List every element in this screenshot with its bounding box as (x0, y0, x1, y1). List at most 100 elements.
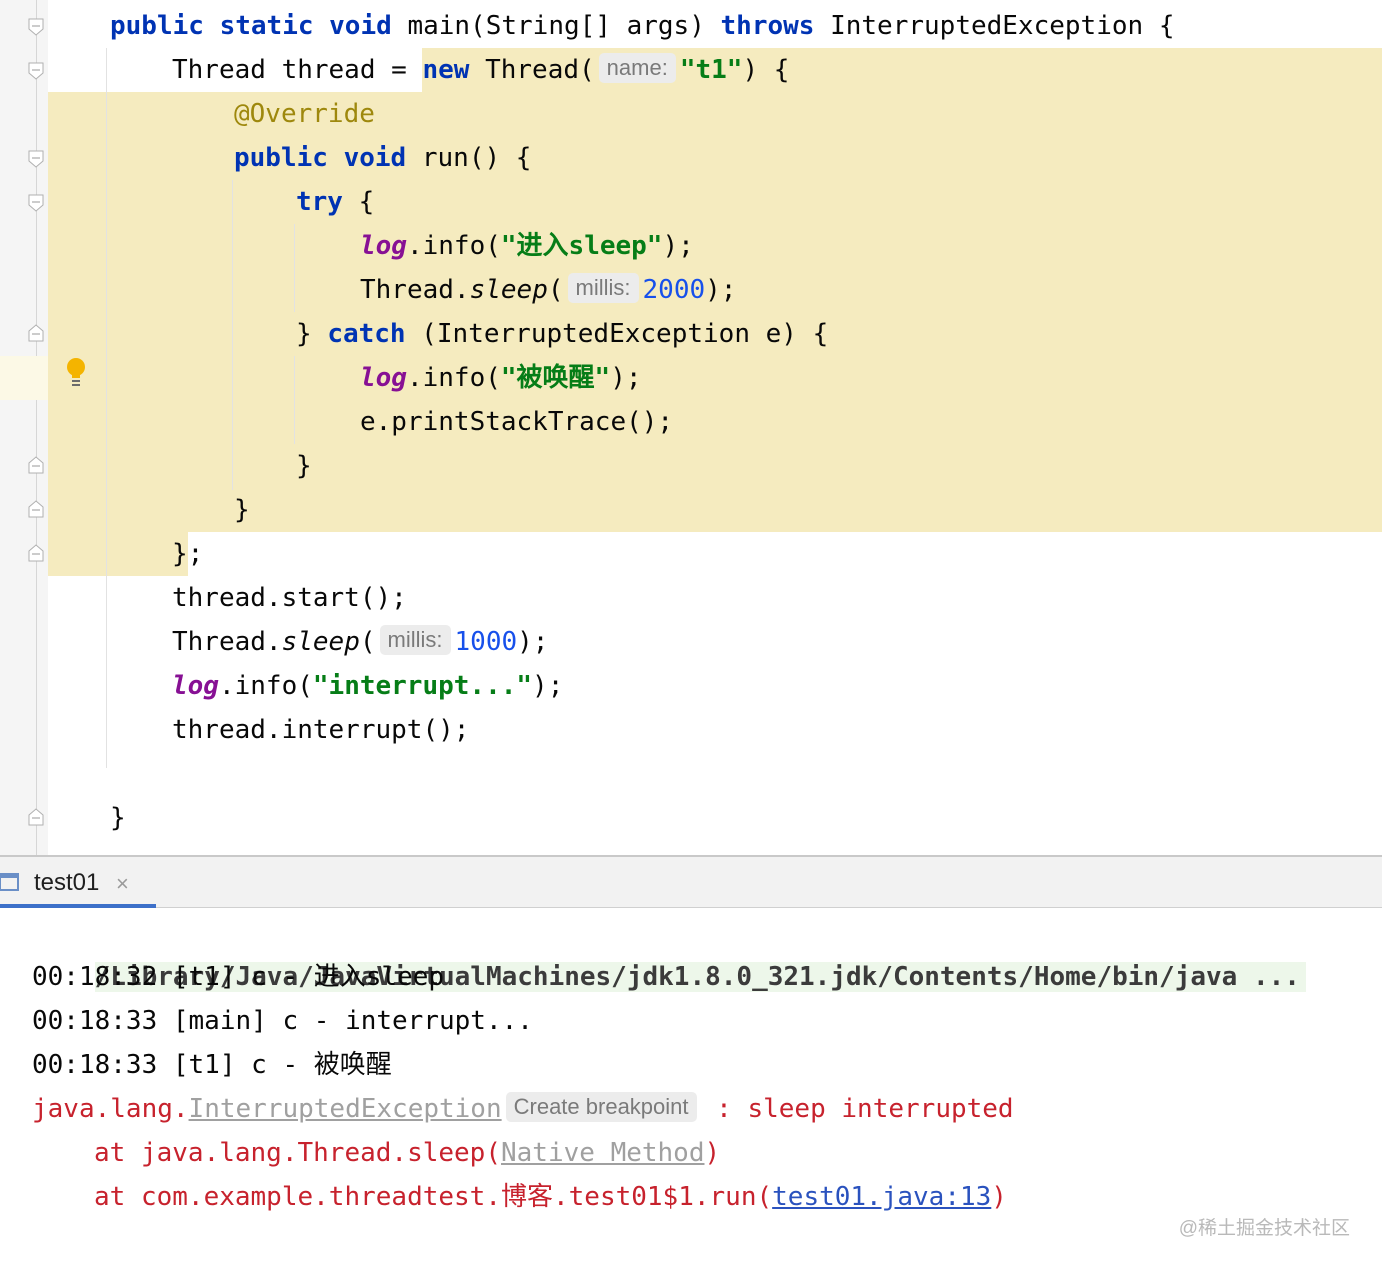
code-line[interactable]: thread.interrupt(); (172, 708, 469, 752)
code-text: thread.start(); (172, 583, 407, 613)
code-line[interactable]: public void run() { (234, 136, 531, 180)
code-text: main(String[] args) (407, 11, 705, 41)
fold-end-icon[interactable] (28, 500, 44, 518)
fold-icon[interactable] (28, 150, 44, 168)
code-text: } (296, 319, 312, 349)
code-text: Thread thread = (172, 55, 423, 85)
code-text: e.printStackTrace(); (360, 407, 674, 437)
fold-end-icon[interactable] (28, 324, 44, 342)
number-literal: 1000 (454, 627, 518, 657)
code-line[interactable]: try { (296, 180, 374, 224)
fold-icon[interactable] (28, 194, 44, 212)
console-line[interactable]: /Library/Java/JavaVirtualMachines/jdk1.8… (32, 911, 1306, 992)
tab-label: test01 (34, 869, 100, 896)
code-line[interactable]: } (234, 488, 250, 532)
code-text: (InterruptedException e) { (421, 319, 829, 349)
stacktrace-text: at com.example.threadtest.博客.test01$1.ru… (94, 1182, 773, 1212)
keyword: void (329, 11, 392, 41)
indent-guide (232, 180, 233, 490)
code-editor[interactable]: public static void main(String[] args) t… (0, 0, 1382, 855)
editor-gutter (0, 0, 48, 855)
keyword: new (422, 55, 470, 85)
fold-icon[interactable] (28, 62, 44, 80)
console-icon (0, 873, 19, 891)
code-text: }; (172, 539, 204, 569)
create-breakpoint-hint[interactable]: Create breakpoint (505, 1092, 697, 1122)
fold-end-icon[interactable] (28, 808, 44, 826)
code-text: ); (662, 231, 694, 261)
indent-guide (106, 48, 107, 768)
run-tool-window: test01 × /Library/Java/JavaVirtualMachin… (0, 855, 1382, 1270)
code-line[interactable]: } (110, 796, 126, 840)
selection-highlight (48, 532, 188, 576)
code-line[interactable]: log.info("被唤醒"); (360, 356, 642, 400)
stacktrace-text: at java.lang.Thread.sleep( (94, 1138, 501, 1168)
static-field: log (360, 363, 407, 393)
exception-class-link[interactable]: InterruptedException (189, 1094, 502, 1124)
string-literal: "被唤醒" (500, 363, 611, 393)
code-line[interactable]: } (296, 444, 312, 488)
stacktrace-line[interactable]: at com.example.threadtest.博客.test01$1.ru… (94, 1175, 1007, 1219)
source-file-link[interactable]: test01.java:13 (772, 1182, 991, 1212)
code-line[interactable]: @Override (234, 92, 375, 136)
tab-active-indicator (0, 904, 156, 908)
method-name: sleep (281, 627, 360, 657)
fold-icon[interactable] (28, 18, 44, 36)
code-line[interactable]: log.info("进入sleep"); (360, 224, 694, 268)
code-text: } (110, 803, 126, 833)
code-text: ); (610, 363, 642, 393)
code-line[interactable]: log.info("interrupt..."); (172, 664, 563, 708)
keyword: void (343, 143, 407, 173)
static-field: log (360, 231, 407, 261)
code-text: InterruptedException { (830, 11, 1175, 41)
caret-line-gutter (0, 356, 48, 400)
code-line[interactable]: Thread.sleep(millis: 2000); (360, 268, 736, 312)
code-line[interactable]: Thread.sleep(millis: 1000); (172, 620, 548, 664)
code-line[interactable]: }; (172, 532, 203, 576)
gutter-separator (36, 0, 37, 855)
annotation: @Override (234, 99, 375, 129)
number-literal: 2000 (642, 275, 706, 305)
code-text: Thread( (485, 55, 595, 85)
lightbulb-icon[interactable] (64, 356, 88, 388)
code-text: ( (359, 627, 376, 657)
static-field: log (172, 671, 219, 701)
code-text: run() { (421, 143, 532, 173)
native-method-link[interactable]: Native Method (501, 1138, 705, 1168)
code-text: .info( (406, 231, 501, 261)
code-line[interactable]: thread.start(); (172, 576, 407, 620)
run-tab-bar: test01 × (0, 857, 1382, 908)
stacktrace-text: ) (704, 1138, 721, 1168)
code-text: ( (547, 275, 564, 305)
code-text: ); (705, 275, 737, 305)
tab-test01[interactable]: test01 × (0, 857, 156, 908)
console-line[interactable]: 00:18:33 [t1] c - 被唤醒 (32, 1043, 392, 1087)
close-icon[interactable]: × (116, 871, 129, 897)
code-text: Thread. (172, 627, 282, 657)
indent-guide (294, 356, 295, 444)
code-text: .info( (406, 363, 501, 393)
string-literal: "进入sleep" (500, 231, 663, 261)
exception-line[interactable]: java.lang.InterruptedException Create bre… (32, 1087, 1014, 1131)
code-text: ); (532, 671, 564, 701)
code-text: } (234, 495, 250, 525)
console-line[interactable]: 00:18:32 [t1] c - 进入sleep (32, 955, 444, 999)
string-literal: "t1" (679, 55, 743, 85)
exception-message: : sleep interrupted (700, 1094, 1014, 1124)
method-name: sleep (469, 275, 548, 305)
code-text: Thread. (360, 275, 470, 305)
code-text: { (358, 187, 375, 217)
code-line[interactable]: } catch (InterruptedException e) { (296, 312, 828, 356)
indent-guide (294, 224, 295, 312)
parameter-hint: millis: (379, 625, 451, 655)
code-line[interactable]: Thread thread = new Thread(name: "t1") { (172, 48, 789, 92)
fold-end-icon[interactable] (28, 544, 44, 562)
watermark: @稀土掘金技术社区 (1178, 1218, 1350, 1239)
keyword: throws (720, 11, 815, 41)
stacktrace-line[interactable]: at java.lang.Thread.sleep(Native Method) (94, 1131, 720, 1175)
console-line[interactable]: 00:18:33 [main] c - interrupt... (32, 999, 533, 1043)
code-line[interactable]: public static void main(String[] args) t… (110, 4, 1174, 48)
code-line[interactable]: e.printStackTrace(); (360, 400, 673, 444)
fold-end-icon[interactable] (28, 456, 44, 474)
code-text: ); (517, 627, 549, 657)
